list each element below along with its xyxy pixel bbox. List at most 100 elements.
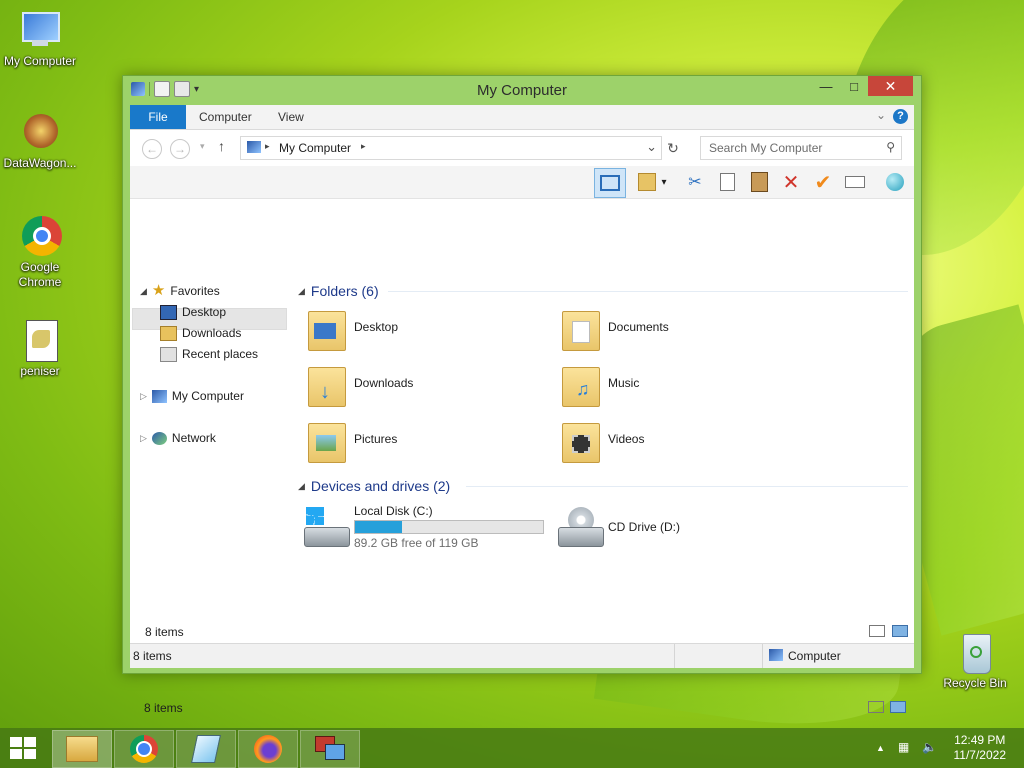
recent-places-icon: [160, 346, 177, 362]
minimize-button[interactable]: —: [812, 76, 840, 96]
expand-ribbon-icon[interactable]: ⌄: [876, 108, 886, 122]
item-name: Local Disk (C:): [354, 504, 433, 518]
items-view: ◢ Folders (6) Desktop Documents ↓ Downlo…: [144, 199, 914, 715]
group-title: Devices and drives (2): [310, 478, 451, 494]
folder-item[interactable]: ♫ Music: [552, 360, 792, 412]
tab-computer[interactable]: Computer: [186, 105, 265, 129]
group-header-devices[interactable]: ◢ Devices and drives (2): [298, 475, 908, 497]
disk-free-space: 89.2 GB free of 119 GB: [354, 536, 479, 550]
refresh-button[interactable]: ↻: [662, 137, 684, 159]
start-button[interactable]: [10, 737, 36, 759]
nav-desktop[interactable]: Desktop: [160, 302, 226, 322]
copy-icon[interactable]: [716, 171, 738, 193]
breadcrumb-separator-icon: ▸: [361, 141, 366, 151]
chevron-down-icon[interactable]: ▾: [658, 171, 670, 193]
taskbar-notepad[interactable]: [176, 730, 236, 768]
volume-icon[interactable]: 🔈: [922, 740, 937, 754]
item-name: Videos: [608, 432, 645, 446]
cut-icon[interactable]: ✂: [684, 171, 706, 193]
taskbar-file-explorer[interactable]: [52, 730, 112, 768]
taskbar-remote-desktop[interactable]: [300, 730, 360, 768]
datawagon-icon: [18, 110, 62, 154]
pictures-folder-icon: [304, 419, 348, 465]
taskbar-firefox[interactable]: [238, 730, 298, 768]
notepad-icon: [191, 735, 221, 763]
forward-button[interactable]: →: [170, 139, 190, 159]
maximize-button[interactable]: □: [840, 76, 868, 96]
collapse-arrow-icon[interactable]: ◢: [140, 281, 147, 301]
group-divider: [388, 291, 908, 292]
preview-pane-button[interactable]: [594, 168, 626, 198]
search-input[interactable]: Search My Computer ⚲: [700, 136, 902, 160]
star-icon: ★: [151, 282, 166, 299]
globe-icon[interactable]: [884, 171, 906, 193]
folder-item[interactable]: Videos: [552, 416, 792, 468]
desktop-icon-google-chrome[interactable]: Google Chrome: [0, 214, 80, 290]
network-tray-icon[interactable]: ▦: [898, 740, 909, 754]
nav-network[interactable]: ▷ Network: [140, 428, 216, 448]
desktop-icon-recycle-bin[interactable]: Recycle Bin: [935, 630, 1015, 691]
nav-my-computer[interactable]: ▷ My Computer: [140, 386, 244, 406]
script-file-icon: [18, 318, 62, 362]
up-button[interactable]: ↑: [218, 138, 225, 154]
taskbar-clock[interactable]: 12:49 PM 11/7/2022: [954, 733, 1007, 763]
nav-favorites[interactable]: ◢ ★ Favorites: [140, 281, 220, 301]
folder-item[interactable]: Desktop: [298, 304, 538, 356]
folder-options-icon[interactable]: [636, 171, 658, 193]
folder-item[interactable]: Documents: [552, 304, 792, 356]
close-button[interactable]: ✕: [868, 76, 913, 96]
collapse-arrow-icon[interactable]: ◢: [298, 481, 305, 492]
nav-label: Downloads: [182, 326, 242, 340]
breadcrumb-my-computer[interactable]: My Computer: [279, 141, 351, 155]
details-view-button[interactable]: [868, 701, 884, 713]
disk-usage-fill: [355, 521, 402, 533]
group-header-folders[interactable]: ◢ Folders (6): [298, 280, 908, 302]
computer-icon: [18, 8, 62, 52]
tab-view[interactable]: View: [265, 105, 317, 129]
search-placeholder: Search My Computer: [709, 141, 823, 155]
title-bar[interactable]: ▾ My Computer — □ ✕: [123, 76, 921, 104]
address-field[interactable]: ▸ My Computer ▸ ⌄: [240, 136, 662, 160]
collapse-arrow-icon[interactable]: ◢: [298, 286, 305, 297]
desktop-icon-my-computer[interactable]: My Computer: [0, 8, 80, 69]
expand-arrow-icon[interactable]: ▷: [140, 386, 147, 406]
address-dropdown-icon[interactable]: ⌄: [646, 139, 657, 155]
items-count-top: 8 items: [145, 625, 184, 639]
desktop-icon-datawagon[interactable]: DataWagon...: [0, 110, 80, 171]
folder-item[interactable]: Pictures: [298, 416, 538, 468]
desktop-small-icon: [160, 304, 177, 320]
large-icons-view-icon[interactable]: [892, 625, 908, 637]
nav-downloads[interactable]: Downloads: [160, 323, 241, 343]
recent-locations-icon[interactable]: ▾: [200, 141, 205, 152]
paste-icon[interactable]: [748, 171, 770, 193]
computer-small-icon: [769, 649, 783, 661]
desktop-folder-icon: [304, 307, 348, 353]
checkmark-icon[interactable]: ✔: [812, 171, 834, 194]
search-icon[interactable]: ⚲: [886, 140, 895, 154]
folder-item[interactable]: ↓ Downloads: [298, 360, 538, 412]
nav-recent-places[interactable]: Recent places: [160, 344, 258, 364]
desktop-icon-label: peniser: [20, 364, 60, 378]
large-icons-view-button[interactable]: [890, 701, 906, 713]
command-toolbar: ▾ ✂ ✕ ✔: [130, 166, 914, 199]
rename-icon[interactable]: [844, 171, 866, 193]
drive-item-d[interactable]: CD Drive (D:): [552, 504, 792, 556]
address-bar-area: ← → ▾ ↑ ▸ My Computer ▸ ⌄ ↻ Search My Co…: [130, 130, 914, 166]
item-name: Desktop: [354, 320, 399, 334]
delete-icon[interactable]: ✕: [780, 171, 802, 194]
taskbar: ▲ ▦ 🔈 12:49 PM 11/7/2022: [0, 728, 1024, 768]
details-view-icon[interactable]: [869, 625, 885, 637]
help-icon[interactable]: ?: [893, 109, 908, 124]
drive-item-c[interactable]: Local Disk (C:) 89.2 GB free of 119 GB: [298, 504, 558, 556]
desktop-icon-peniser[interactable]: peniser: [0, 318, 80, 379]
expand-arrow-icon[interactable]: ▷: [140, 428, 147, 448]
item-name: Pictures: [354, 432, 398, 446]
show-hidden-icons-button[interactable]: ▲: [876, 743, 885, 753]
tab-file[interactable]: File: [130, 105, 186, 129]
group-divider: [466, 486, 908, 487]
nav-label: My Computer: [171, 389, 244, 403]
navigation-pane: ◢ ★ Favorites Desktop Downloads Recent p…: [130, 199, 290, 644]
taskbar-chrome[interactable]: [114, 730, 174, 768]
desktop-icon-label: Google Chrome: [18, 260, 62, 289]
back-button[interactable]: ←: [142, 139, 162, 159]
